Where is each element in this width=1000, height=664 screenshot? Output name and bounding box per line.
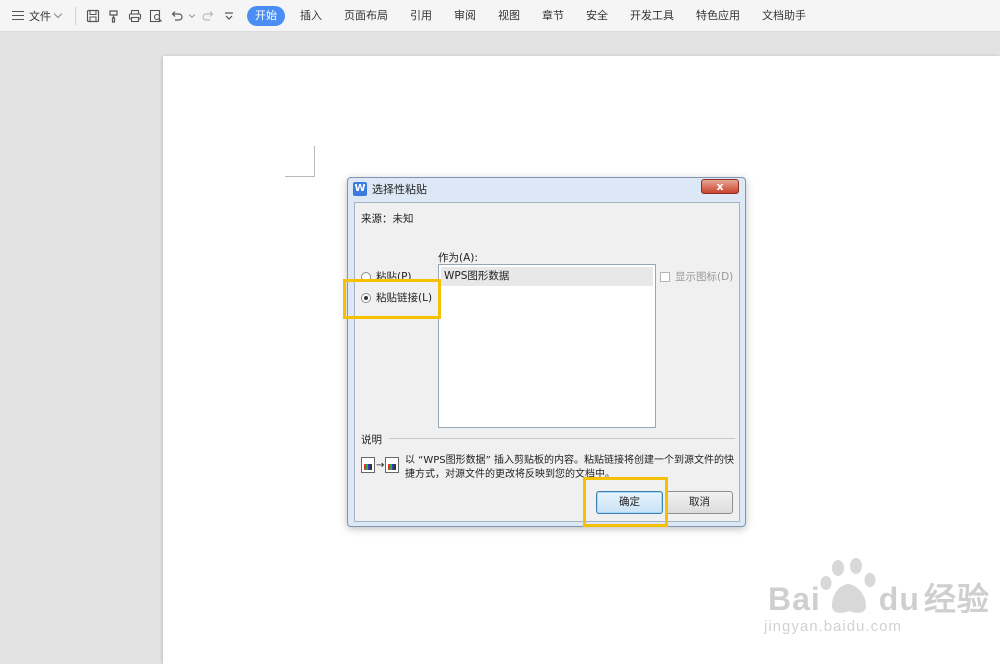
undo-icon[interactable] bbox=[166, 5, 187, 27]
tab-section[interactable]: 章节 bbox=[531, 6, 575, 26]
watermark-brand: Bai bbox=[768, 581, 821, 617]
baidu-watermark: Bai du 经验 bbox=[768, 574, 990, 620]
wps-logo-icon: W bbox=[353, 182, 367, 196]
watermark-url: jingyan.baidu.com bbox=[764, 618, 902, 635]
tab-page-layout[interactable]: 页面布局 bbox=[333, 6, 399, 26]
file-menu-label: 文件 bbox=[29, 9, 51, 23]
close-button[interactable]: x bbox=[701, 179, 739, 194]
tab-doc-assistant[interactable]: 文档助手 bbox=[751, 6, 817, 26]
tab-developer[interactable]: 开发工具 bbox=[619, 6, 685, 26]
undo-dropdown-icon[interactable] bbox=[187, 5, 197, 27]
tab-security[interactable]: 安全 bbox=[575, 6, 619, 26]
dialog-title: 选择性粘贴 bbox=[372, 183, 427, 196]
format-painter-icon[interactable] bbox=[103, 5, 124, 27]
file-menu[interactable]: 文件 bbox=[0, 0, 69, 32]
tab-view[interactable]: 视图 bbox=[487, 6, 531, 26]
format-listbox[interactable]: WPS图形数据 bbox=[438, 264, 656, 428]
customize-toolbar-icon[interactable] bbox=[218, 5, 239, 27]
chevron-down-icon bbox=[53, 9, 63, 19]
show-icon-checkbox bbox=[660, 271, 670, 282]
tab-review[interactable]: 审阅 bbox=[443, 6, 487, 26]
menu-icon bbox=[12, 11, 24, 20]
print-icon[interactable] bbox=[124, 5, 145, 27]
paste-link-illustration: → bbox=[361, 457, 400, 473]
as-label: 作为(A): bbox=[438, 252, 478, 264]
description-text: 以 “WPS图形数据” 插入剪贴板的内容。粘贴链接将创建一个到源文件的快捷方式，… bbox=[405, 455, 734, 480]
cancel-button[interactable]: 取消 bbox=[666, 491, 733, 514]
source-label: 来源：未知 bbox=[361, 213, 414, 225]
description-heading: 说明 bbox=[361, 434, 382, 446]
chart-document-icon bbox=[361, 457, 375, 473]
dialog-body: 来源：未知 粘贴(P) 粘贴链接(L) 作为(A): WPS图形数据 显示图标(… bbox=[354, 202, 740, 522]
ribbon-tabs: 开始 插入 页面布局 引用 审阅 视图 章节 安全 开发工具 特色应用 文档助手 bbox=[247, 5, 817, 26]
watermark-brand-cn: 经验 bbox=[923, 581, 990, 617]
tab-special-apps[interactable]: 特色应用 bbox=[685, 6, 751, 26]
highlight-box-paste-link bbox=[343, 279, 441, 319]
toolbar-divider bbox=[75, 6, 76, 25]
description-divider bbox=[389, 438, 735, 439]
highlight-box-ok bbox=[583, 477, 668, 527]
show-icon-label: 显示图标(D) bbox=[675, 271, 734, 283]
watermark-brand-suffix: du bbox=[878, 581, 920, 617]
arrow-right-icon: → bbox=[376, 459, 385, 471]
paste-special-dialog: W 选择性粘贴 x 来源：未知 粘贴(P) 粘贴链接(L) 作为(A): WPS… bbox=[347, 177, 746, 527]
toolbar: 文件 开始 插入 页面布局 引用 审阅 视图 章节 安全 开发工具 特色应用 文… bbox=[0, 0, 1000, 32]
list-item[interactable]: WPS图形数据 bbox=[441, 267, 653, 286]
tab-references[interactable]: 引用 bbox=[399, 6, 443, 26]
tab-insert[interactable]: 插入 bbox=[289, 6, 333, 26]
print-preview-icon[interactable] bbox=[145, 5, 166, 27]
redo-icon[interactable] bbox=[197, 5, 218, 27]
linked-document-icon bbox=[385, 457, 400, 473]
save-icon[interactable] bbox=[82, 5, 103, 27]
margin-corner-marker bbox=[285, 146, 315, 177]
dialog-titlebar[interactable]: W 选择性粘贴 x bbox=[348, 178, 745, 200]
tab-home[interactable]: 开始 bbox=[247, 5, 285, 26]
show-icon-option: 显示图标(D) bbox=[660, 269, 733, 284]
